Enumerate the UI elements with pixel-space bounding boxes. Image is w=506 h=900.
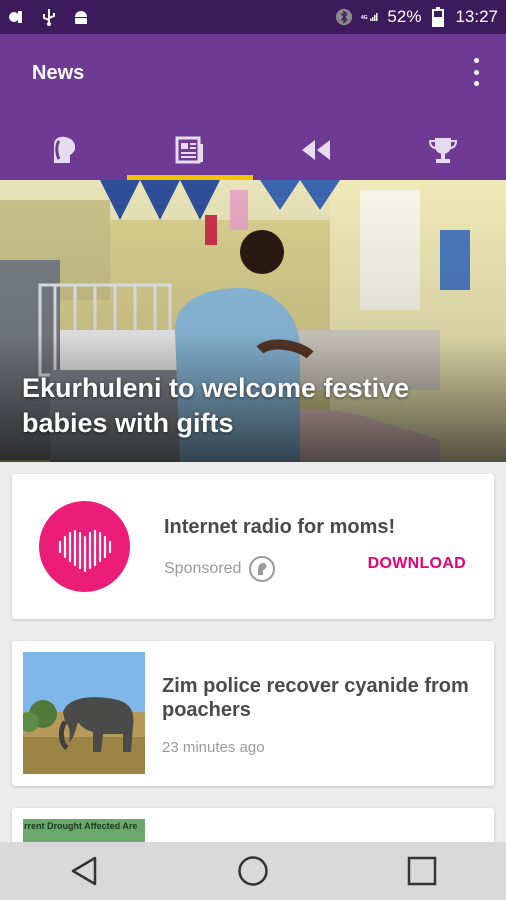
tab-trophy[interactable]	[380, 124, 506, 180]
bluetooth-icon	[335, 8, 353, 26]
article-card[interactable]: Zim police recover cyanide from poachers…	[12, 641, 494, 786]
recents-button[interactable]	[392, 846, 452, 896]
rewind-icon	[300, 138, 332, 167]
hero-headline: Ekurhuleni to welcome festive babies wit…	[22, 373, 410, 438]
svg-text:4G: 4G	[361, 15, 368, 21]
hero-story[interactable]: Ekurhuleni to welcome festive babies wit…	[0, 180, 506, 462]
heart-wave-icon	[58, 529, 111, 572]
sponsored-text: Sponsored	[164, 560, 242, 577]
radio-app-logo	[39, 501, 130, 592]
system-nav-bar	[0, 842, 506, 900]
tab-news[interactable]	[126, 124, 254, 180]
battery-level: 52%	[387, 7, 422, 26]
status-bar: 4G 52% 13:27	[0, 0, 506, 34]
home-icon	[238, 856, 268, 886]
signal-icon: 4G	[361, 8, 379, 26]
recents-icon	[407, 856, 436, 886]
back-button[interactable]	[54, 846, 114, 896]
head-icon	[46, 135, 80, 170]
battery-icon	[429, 7, 447, 27]
notification-icon	[8, 8, 26, 26]
trophy-icon	[428, 136, 458, 169]
clock: 13:27	[455, 7, 498, 26]
back-icon	[72, 856, 97, 886]
newspaper-icon	[175, 136, 205, 169]
more-vert-icon[interactable]	[466, 58, 486, 86]
info-icon[interactable]	[249, 556, 276, 582]
download-button[interactable]: DOWNLOAD	[368, 555, 466, 573]
article-timestamp: 23 minutes ago	[162, 739, 265, 756]
sponsored-ad-card[interactable]: Internet radio for moms! Sponsored DOWNL…	[12, 474, 494, 619]
android-icon	[72, 8, 90, 26]
tab-rewind[interactable]	[253, 124, 380, 180]
page-title: News	[32, 62, 85, 84]
tab-profile[interactable]	[0, 124, 127, 180]
article-title: Zim police recover cyanide from poachers	[162, 675, 469, 721]
thumbnail-caption: rrent Drought Affected Are	[24, 821, 138, 831]
tab-bar	[0, 124, 506, 180]
usb-icon	[40, 8, 58, 26]
home-button[interactable]	[223, 846, 283, 896]
sponsored-label: Sponsored	[164, 556, 276, 582]
article-thumbnail	[23, 652, 145, 774]
ad-title: Internet radio for moms!	[164, 516, 396, 538]
app-bar: News	[0, 34, 506, 180]
